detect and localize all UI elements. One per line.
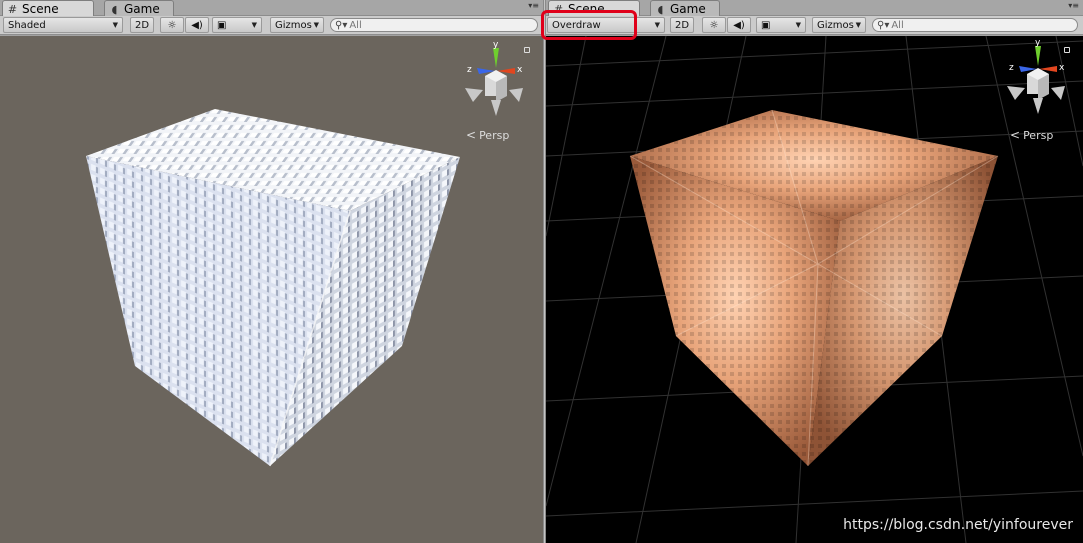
chevron-left-icon: <	[1010, 128, 1021, 142]
scene-view-left: # Scene ◖ Game ▾≡ Shaded ▼ 2D ☼ ◀) ▣ ▼ G…	[0, 0, 543, 543]
gizmo-z-label: z	[1009, 63, 1014, 73]
search-icon: ⚲▾	[335, 19, 348, 31]
gizmos-dropdown[interactable]: Gizmos ▼	[812, 17, 866, 33]
scene-view-right: # Scene ◖ Game ▾≡ Overdraw ▼ 2D ☼ ◀) ▣ ▼…	[546, 0, 1083, 543]
tab-game[interactable]: ◖ Game	[104, 0, 174, 16]
projection-label: Persp	[1023, 128, 1054, 142]
tab-menu-icon[interactable]: ▾≡	[1068, 1, 1079, 10]
draw-mode-label: Shaded	[8, 19, 46, 31]
watermark-text: https://blog.csdn.net/yinfourever	[843, 517, 1073, 533]
image-icon: ▣	[761, 19, 771, 31]
lighting-toggle-button[interactable]: ☼	[702, 17, 726, 33]
speaker-icon: ◀)	[191, 19, 203, 31]
toggle-2d-button[interactable]: 2D	[670, 17, 694, 33]
dropdown-arrow-icon: ▼	[251, 21, 257, 29]
gizmo-y-label: y	[493, 40, 499, 50]
hash-icon: #	[7, 2, 18, 16]
dropdown-arrow-icon: ▼	[112, 21, 118, 29]
highlight-box	[541, 10, 637, 40]
gizmos-dropdown[interactable]: Gizmos ▼	[270, 17, 324, 33]
gizmos-label: Gizmos	[817, 19, 854, 31]
lighting-toggle-button[interactable]: ☼	[160, 17, 184, 33]
draw-mode-dropdown[interactable]: Shaded ▼	[3, 17, 123, 33]
audio-toggle-button[interactable]: ◀)	[727, 17, 751, 33]
speaker-icon: ◀)	[733, 19, 745, 31]
toggle-2d-button[interactable]: 2D	[130, 17, 154, 33]
lock-icon[interactable]	[524, 47, 530, 53]
scene-viewport-overdraw[interactable]: y x z < Persp	[546, 36, 1083, 543]
toggle-2d-label: 2D	[674, 19, 690, 31]
scene-toolbar: Shaded ▼ 2D ☼ ◀) ▣ ▼ Gizmos ▼ ⚲▾ All	[0, 16, 543, 35]
dropdown-arrow-icon: ▼	[795, 21, 801, 29]
search-icon: ⚲▾	[877, 19, 890, 31]
orientation-gizmo[interactable]: y x z	[455, 40, 535, 120]
search-input[interactable]: ⚲▾ All	[872, 18, 1078, 32]
dropdown-arrow-icon: ▼	[313, 21, 319, 29]
tab-label: Game	[670, 2, 706, 16]
dropdown-arrow-icon: ▼	[654, 21, 660, 29]
gizmo-y-label: y	[1035, 38, 1041, 48]
sun-icon: ☼	[709, 19, 719, 31]
pacman-icon: ◖	[111, 2, 118, 16]
effects-dropdown[interactable]: ▣ ▼	[756, 17, 806, 33]
gizmos-label: Gizmos	[275, 19, 312, 31]
audio-toggle-button[interactable]: ◀)	[185, 17, 209, 33]
projection-toggle[interactable]: < Persp	[466, 128, 509, 142]
dropdown-arrow-icon: ▼	[855, 21, 861, 29]
effects-dropdown[interactable]: ▣ ▼	[212, 17, 262, 33]
projection-label: Persp	[479, 128, 510, 142]
tab-label: Scene	[22, 2, 59, 16]
tab-scene[interactable]: # Scene	[2, 0, 94, 16]
tab-menu-icon[interactable]: ▾≡	[528, 1, 539, 10]
tab-game[interactable]: ◖ Game	[650, 0, 720, 16]
search-placeholder: All	[891, 19, 904, 31]
tab-bar: # Scene ◖ Game ▾≡	[0, 0, 543, 16]
gizmo-x-label: x	[517, 65, 523, 75]
search-input[interactable]: ⚲▾ All	[330, 18, 538, 32]
image-icon: ▣	[217, 19, 227, 31]
gizmo-z-label: z	[467, 65, 472, 75]
toggle-2d-label: 2D	[134, 19, 150, 31]
pacman-icon: ◖	[657, 2, 664, 16]
scene-viewport-shaded[interactable]: y x z < Persp	[0, 36, 543, 543]
tab-label: Game	[124, 2, 160, 16]
chevron-left-icon: <	[466, 128, 477, 142]
gizmo-x-label: x	[1059, 63, 1065, 73]
lock-icon[interactable]	[1064, 47, 1070, 53]
projection-toggle[interactable]: < Persp	[1010, 128, 1053, 142]
search-placeholder: All	[349, 19, 362, 31]
sun-icon: ☼	[167, 19, 177, 31]
